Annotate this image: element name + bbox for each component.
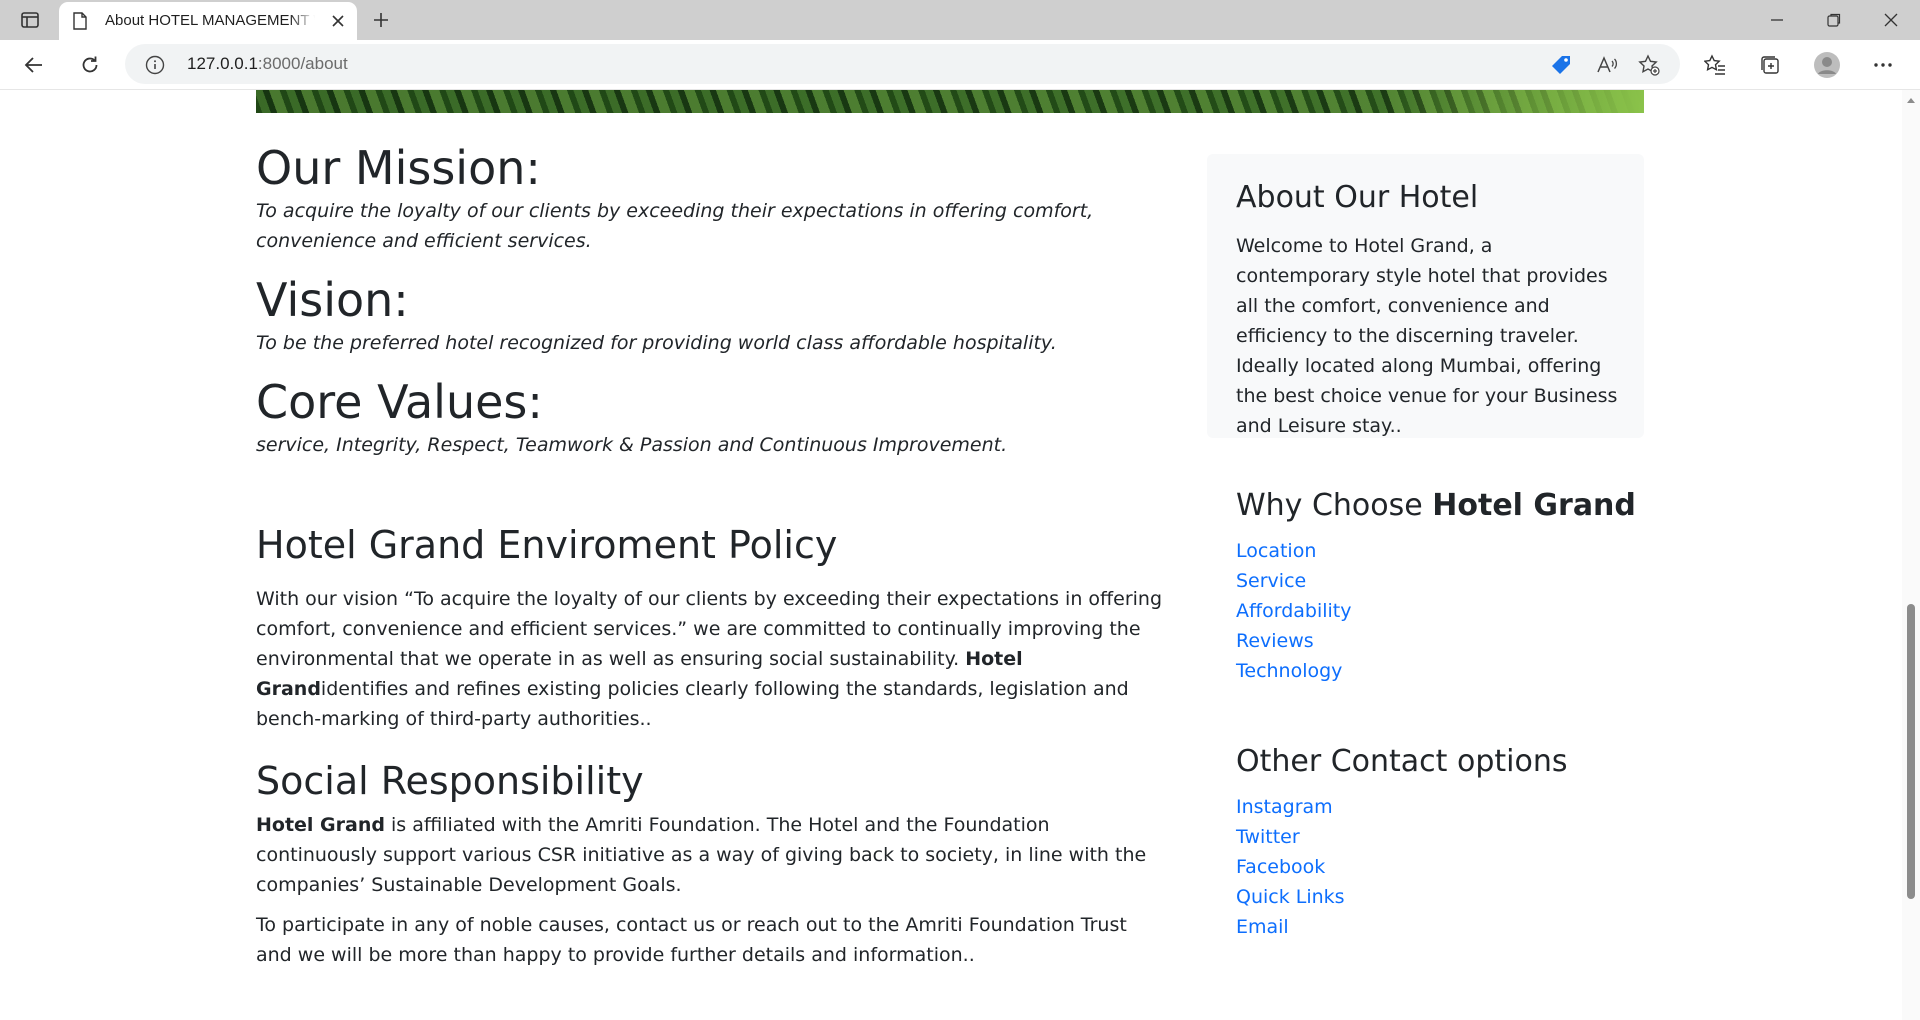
vision-text: To be the preferred hotel recognized for…: [256, 332, 1057, 354]
back-icon[interactable]: [19, 50, 49, 80]
about-hotel-card: About Our Hotel Welcome to Hotel Grand, …: [1207, 154, 1644, 438]
new-tab-icon[interactable]: [367, 8, 395, 32]
link-affordability[interactable]: Affordability: [1236, 596, 1351, 626]
core-values-heading: Core Values:: [256, 375, 543, 429]
restore-icon[interactable]: [1806, 0, 1862, 40]
read-aloud-icon[interactable]: [1595, 53, 1619, 77]
policy-text-part-2: identifies and refines existing policies…: [256, 678, 1129, 730]
url-text[interactable]: 127.0.0.1:8000/about: [187, 54, 348, 74]
link-twitter[interactable]: Twitter: [1236, 822, 1345, 852]
policy-text-part-1: With our vision “To acquire the loyalty …: [256, 588, 1163, 670]
why-choose-hotel-name: Hotel Grand: [1432, 488, 1636, 523]
collections-icon[interactable]: [1755, 50, 1785, 80]
contact-links: Instagram Twitter Facebook Quick Links E…: [1236, 792, 1345, 942]
add-favorite-icon[interactable]: [1637, 53, 1661, 77]
url-path: :8000/about: [257, 54, 348, 73]
about-hotel-text: Welcome to Hotel Grand, a contemporary s…: [1236, 235, 1618, 437]
minimize-icon[interactable]: [1749, 0, 1805, 40]
why-choose-prefix: Why Choose: [1236, 488, 1433, 523]
browser-tab[interactable]: About HOTEL MANAGEMENT WEBSITE: [59, 2, 357, 40]
scrollbar-thumb[interactable]: [1907, 604, 1915, 899]
close-tab-icon[interactable]: [331, 13, 345, 32]
link-quick-links[interactable]: Quick Links: [1236, 882, 1345, 912]
why-choose-heading: Why Choose Hotel Grand: [1236, 488, 1636, 523]
vision-heading: Vision:: [256, 273, 409, 327]
more-menu-icon[interactable]: [1868, 50, 1898, 80]
about-hotel-heading: About Our Hotel: [1236, 180, 1479, 215]
tab-strip: About HOTEL MANAGEMENT WEBSITE: [0, 0, 1920, 40]
reload-icon[interactable]: [75, 50, 105, 80]
link-facebook[interactable]: Facebook: [1236, 852, 1345, 882]
link-instagram[interactable]: Instagram: [1236, 792, 1345, 822]
social-heading: Social Responsibility: [256, 759, 644, 803]
hero-image: [256, 90, 1644, 113]
mission-text: To acquire the loyalty of our clients by…: [256, 200, 1094, 252]
contact-options-heading: Other Contact options: [1236, 744, 1568, 779]
policy-text: With our vision “To acquire the loyalty …: [256, 584, 1168, 734]
browser-toolbar: 127.0.0.1:8000/about: [0, 40, 1920, 90]
link-technology[interactable]: Technology: [1236, 656, 1351, 686]
link-location[interactable]: Location: [1236, 536, 1351, 566]
address-bar[interactable]: 127.0.0.1:8000/about: [125, 44, 1680, 84]
social-text-part: is affiliated with the Amriti Foundation…: [256, 814, 1147, 896]
site-info-icon[interactable]: [145, 55, 165, 79]
page-viewport: Our Mission: To acquire the loyalty of o…: [0, 90, 1902, 1020]
close-window-icon[interactable]: [1863, 0, 1919, 40]
mission-heading: Our Mission:: [256, 141, 541, 195]
why-choose-links: Location Service Affordability Reviews T…: [1236, 536, 1351, 686]
scroll-up-icon[interactable]: [1907, 98, 1915, 103]
social-text-2: To participate in any of noble causes, c…: [256, 914, 1127, 966]
page-icon: [73, 12, 87, 34]
profile-avatar-icon[interactable]: [1812, 50, 1842, 80]
link-service[interactable]: Service: [1236, 566, 1351, 596]
social-hotel-name: Hotel Grand: [256, 814, 385, 836]
link-reviews[interactable]: Reviews: [1236, 626, 1351, 656]
link-email[interactable]: Email: [1236, 912, 1345, 942]
tab-actions-icon[interactable]: [14, 8, 46, 32]
social-text: Hotel Grand is affiliated with the Amrit…: [256, 810, 1168, 900]
page-scrollbar[interactable]: [1902, 90, 1920, 1020]
tab-title: About HOTEL MANAGEMENT WEBSITE: [105, 12, 315, 29]
coupon-tag-icon[interactable]: [1549, 53, 1573, 77]
favorites-icon[interactable]: [1700, 50, 1730, 80]
policy-heading: Hotel Grand Enviroment Policy: [256, 523, 838, 567]
url-host: 127.0.0.1: [187, 54, 258, 73]
core-values-text: service, Integrity, Respect, Teamwork & …: [256, 434, 1008, 456]
main-content: Our Mission: To acquire the loyalty of o…: [256, 140, 1168, 970]
